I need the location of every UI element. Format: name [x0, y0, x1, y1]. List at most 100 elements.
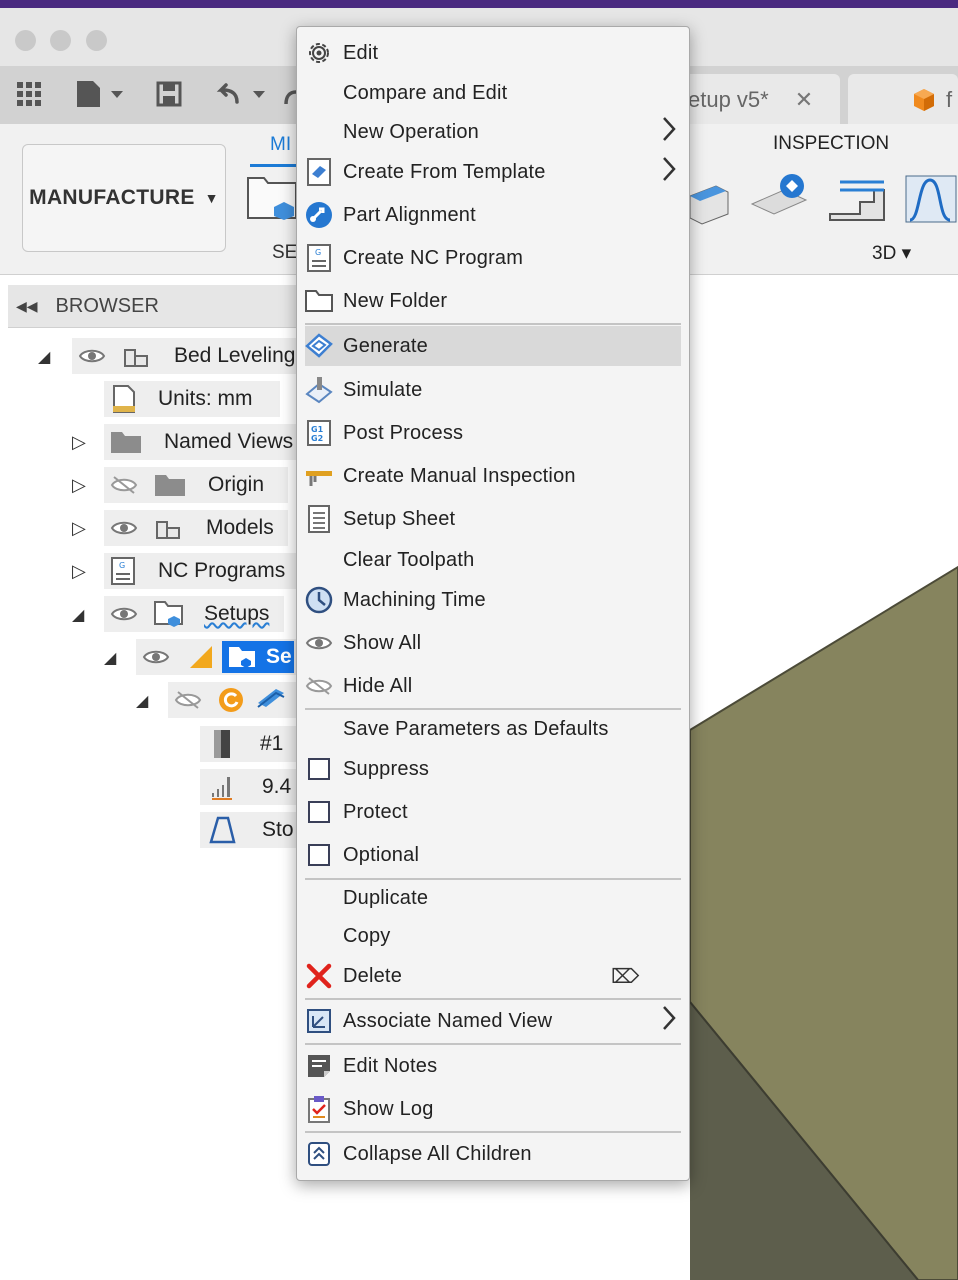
- part-alignment-icon: [305, 201, 333, 229]
- expand-triangle-icon[interactable]: ◢: [72, 605, 84, 625]
- setup-sheet-icon: [305, 505, 333, 533]
- menu-item-part-alignment[interactable]: Part Alignment: [297, 195, 689, 235]
- tree-node-named-views[interactable]: Named Views: [104, 424, 298, 460]
- menu-item-protect[interactable]: Protect: [297, 792, 689, 832]
- eye-icon[interactable]: [110, 518, 138, 538]
- apps-grid-icon[interactable]: [15, 80, 43, 108]
- warning-triangle-icon: [188, 645, 214, 669]
- menu-item-compare-and-edit[interactable]: Compare and Edit: [297, 73, 689, 113]
- checkbox-icon[interactable]: [305, 755, 333, 783]
- collapsed-triangle-icon[interactable]: ▷: [72, 518, 86, 539]
- menu-item-save-parameters-as-defaults[interactable]: Save Parameters as Defaults: [297, 709, 689, 749]
- checkbox-icon[interactable]: [305, 841, 333, 869]
- menu-item-associate-named-view[interactable]: Associate Named View: [297, 1001, 689, 1041]
- window-zoom-button[interactable]: [86, 30, 107, 51]
- workspace-label: MANUFACTURE: [29, 186, 195, 209]
- collapse-browser-icon[interactable]: ◀◀: [16, 298, 38, 315]
- menu-item-generate[interactable]: Generate: [305, 326, 681, 366]
- menu-item-hide-all[interactable]: Hide All: [297, 666, 689, 706]
- menu-item-delete[interactable]: Delete ⌦: [297, 956, 689, 996]
- menu-item-label: Show Log: [343, 1097, 434, 1120]
- eye-icon[interactable]: [142, 647, 170, 667]
- expand-triangle-icon[interactable]: ◢: [104, 648, 116, 668]
- tree-node-models[interactable]: Models: [104, 510, 288, 546]
- menu-item-label: Generate: [343, 334, 428, 357]
- redo-icon[interactable]: [282, 80, 296, 108]
- menu-item-label: Optional: [343, 843, 420, 866]
- workspace-switcher[interactable]: MANUFACTURE ▼: [22, 144, 226, 252]
- expand-triangle-icon[interactable]: ◢: [38, 347, 50, 367]
- save-icon[interactable]: [155, 80, 183, 108]
- menu-item-new-folder[interactable]: New Folder: [297, 281, 689, 321]
- tree-node-origin[interactable]: Origin: [104, 467, 288, 503]
- eye-icon[interactable]: [110, 604, 138, 624]
- setup-folder-icon[interactable]: [246, 176, 297, 220]
- menu-item-simulate[interactable]: Simulate: [297, 370, 689, 410]
- tree-node-stock[interactable]: Sto: [200, 812, 296, 848]
- tree-node-units[interactable]: Units: mm: [104, 381, 280, 417]
- window-close-button[interactable]: [15, 30, 36, 51]
- folder-icon: [110, 430, 142, 454]
- collapsed-triangle-icon[interactable]: ▷: [72, 432, 86, 453]
- tree-node-operation[interactable]: [168, 682, 296, 718]
- tree-label: Units: mm: [158, 387, 253, 410]
- menu-item-edit-notes[interactable]: Edit Notes: [297, 1046, 689, 1086]
- tree-node-tool[interactable]: #1: [200, 726, 296, 762]
- step-surface-icon[interactable]: [826, 172, 886, 226]
- eye-icon[interactable]: [78, 346, 106, 366]
- tree-node-time[interactable]: 9.4: [200, 769, 296, 805]
- eye-hidden-icon[interactable]: [110, 475, 138, 495]
- menu-item-create-manual-inspection[interactable]: Create Manual Inspection: [297, 456, 689, 496]
- menu-item-new-operation[interactable]: New Operation: [297, 112, 689, 152]
- tree-node-setups[interactable]: Setups: [104, 596, 284, 632]
- tree-label: 9.4: [262, 775, 292, 798]
- menu-item-machining-time[interactable]: Machining Time: [297, 580, 689, 620]
- probe-icon[interactable]: [750, 170, 810, 226]
- menu-item-suppress[interactable]: Suppress: [297, 749, 689, 789]
- tree-node-document[interactable]: Bed Leveling: [72, 338, 298, 374]
- bar-graph-icon: [210, 773, 234, 801]
- eye-hidden-icon[interactable]: [174, 690, 202, 710]
- document-tab-next[interactable]: f: [848, 74, 958, 126]
- menu-item-setup-sheet[interactable]: Setup Sheet: [297, 499, 689, 539]
- menu-item-label: Show All: [343, 631, 422, 654]
- close-tab-icon[interactable]: ✕: [795, 87, 813, 113]
- menu-item-label: Associate Named View: [343, 1009, 553, 1032]
- expand-triangle-icon[interactable]: ◢: [136, 691, 148, 711]
- window-minimize-button[interactable]: [50, 30, 71, 51]
- selected-setup[interactable]: Se: [222, 641, 294, 673]
- menu-item-copy[interactable]: Copy: [297, 916, 689, 956]
- undo-icon[interactable]: [215, 80, 267, 108]
- milling-tab[interactable]: MI: [270, 134, 291, 156]
- tree-node-nc-programs[interactable]: G NC Programs: [104, 553, 298, 589]
- menu-item-label: Edit: [343, 41, 379, 64]
- menu-item-create-nc-program[interactable]: G Create NC Program: [297, 238, 689, 278]
- collapsed-triangle-icon[interactable]: ▷: [72, 475, 86, 496]
- menu-item-collapse-all-children[interactable]: Collapse All Children: [297, 1134, 689, 1174]
- menu-item-label: Copy: [343, 924, 391, 947]
- menu-item-create-from-template[interactable]: Create From Template: [297, 152, 689, 192]
- menu-item-duplicate[interactable]: Duplicate: [297, 878, 689, 918]
- checkbox-icon[interactable]: [305, 798, 333, 826]
- menu-item-label: Duplicate: [343, 886, 429, 909]
- curve-surface-icon[interactable]: [902, 170, 958, 226]
- nc-program-icon: G: [305, 244, 333, 272]
- menu-item-clear-toolpath[interactable]: Clear Toolpath: [297, 540, 689, 580]
- three-d-dropdown[interactable]: 3D ▾: [872, 242, 911, 265]
- tree-node-setup-selected[interactable]: Se: [136, 639, 296, 675]
- menu-item-optional[interactable]: Optional: [297, 835, 689, 875]
- inspect-surface-icon[interactable]: [689, 172, 730, 226]
- menu-item-edit[interactable]: Edit: [297, 33, 689, 73]
- file-menu-icon[interactable]: [75, 80, 125, 108]
- menu-item-label: New Folder: [343, 289, 448, 312]
- menu-item-show-log[interactable]: Show Log: [297, 1089, 689, 1129]
- menu-item-label: Delete: [343, 964, 403, 987]
- folder-icon: [305, 287, 333, 315]
- browser-header[interactable]: ◀◀ BROWSER: [8, 285, 308, 328]
- collapsed-triangle-icon[interactable]: ▷: [72, 561, 86, 582]
- menu-item-show-all[interactable]: Show All: [297, 623, 689, 663]
- desktop-strip: [0, 0, 958, 8]
- menu-item-post-process[interactable]: G1 G2 Post Process: [297, 413, 689, 453]
- menu-item-label: Compare and Edit: [343, 81, 508, 104]
- tree-label: Named Views: [164, 430, 294, 453]
